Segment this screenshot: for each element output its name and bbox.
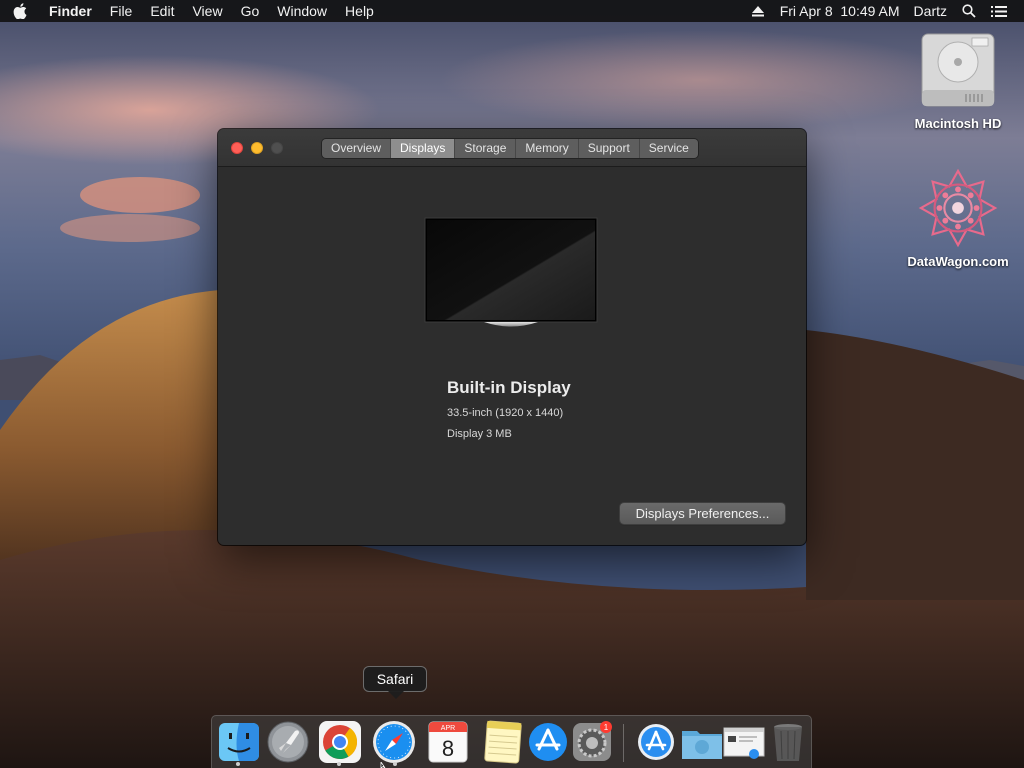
screenshot-icon — [723, 727, 765, 759]
menu-file[interactable]: File — [101, 0, 142, 22]
about-this-mac-window: Overview Displays Storage Memory Support… — [218, 129, 806, 545]
display-icon — [424, 217, 598, 327]
system-preferences-icon: 1 — [573, 721, 612, 761]
calendar-day: 8 — [442, 736, 454, 761]
dock-applications-folder[interactable] — [633, 719, 679, 765]
tab-overview[interactable]: Overview — [322, 139, 392, 158]
calendar-month: APR — [441, 725, 455, 732]
desktop-icon-datawagon[interactable]: DataWagon.com — [898, 168, 1018, 269]
dock-separator — [623, 724, 624, 762]
menu-bar-status-area: Fri Apr 8 10:49 AM Dartz — [743, 0, 1024, 22]
window-titlebar[interactable]: Overview Displays Storage Memory Support… — [218, 129, 806, 167]
dock-launchpad[interactable] — [265, 719, 311, 765]
list-icon[interactable] — [984, 0, 1014, 22]
hard-drive-icon — [918, 30, 998, 110]
menu-clock[interactable]: Fri Apr 8 10:49 AM — [773, 0, 907, 22]
displays-preferences-button[interactable]: Displays Preferences... — [620, 503, 785, 524]
dock-safari[interactable] — [371, 719, 417, 765]
tab-service[interactable]: Service — [639, 139, 698, 158]
display-size: 33.5-inch (1920 x 1440) — [447, 407, 564, 419]
dock-tooltip: Safari — [363, 666, 427, 699]
menu-go[interactable]: Go — [232, 0, 269, 22]
tab-storage[interactable]: Storage — [455, 139, 517, 158]
tab-bar: Overview Displays Storage Memory Support… — [322, 139, 698, 158]
search-icon[interactable] — [954, 0, 984, 22]
dock-system-preferences[interactable]: 1 — [569, 719, 615, 765]
mandala-icon — [918, 168, 998, 248]
dock: APR 8 1 — [211, 715, 812, 768]
launchpad-icon — [267, 721, 309, 763]
dock-notes[interactable] — [479, 719, 525, 765]
menu-view[interactable]: View — [183, 0, 231, 22]
app-store-icon — [529, 723, 567, 761]
downloads-folder-icon — [682, 731, 722, 759]
display-name: Built-in Display — [447, 378, 571, 397]
tab-memory[interactable]: Memory — [516, 139, 579, 158]
close-button[interactable] — [231, 142, 243, 154]
menu-window[interactable]: Window — [268, 0, 336, 22]
finder-icon — [219, 723, 259, 761]
running-indicator-chrome — [337, 762, 341, 766]
dock-screenshot[interactable] — [721, 719, 767, 765]
menu-edit[interactable]: Edit — [141, 0, 183, 22]
desktop-icon-macintosh-hd[interactable]: Macintosh HD — [898, 30, 1018, 131]
notification-badge-count: 1 — [604, 723, 609, 732]
dock-trash[interactable] — [765, 719, 811, 765]
menu-help[interactable]: Help — [336, 0, 383, 22]
dock-calendar[interactable]: APR 8 — [425, 719, 471, 765]
mouse-cursor — [380, 762, 386, 768]
tab-displays[interactable]: Displays — [391, 139, 456, 158]
tab-support[interactable]: Support — [578, 139, 640, 158]
applications-folder-icon — [638, 724, 674, 760]
dock-downloads-folder[interactable] — [679, 719, 725, 765]
desktop-icon-label: DataWagon.com — [907, 254, 1009, 269]
chrome-icon — [319, 721, 361, 763]
running-indicator-finder — [236, 762, 240, 766]
desktop-icon-label: Macintosh HD — [914, 116, 1002, 131]
window-controls — [231, 142, 283, 154]
apple-icon[interactable] — [0, 0, 40, 22]
zoom-button — [271, 142, 283, 154]
dock-finder[interactable] — [216, 719, 262, 765]
display-memory: Display 3 MB — [447, 428, 512, 440]
menu-bar: Finder File Edit View Go Window Help Fri… — [0, 0, 1024, 22]
menu-app-finder[interactable]: Finder — [40, 0, 101, 22]
trash-icon — [774, 724, 802, 761]
eject-icon[interactable] — [743, 0, 773, 22]
notes-icon — [484, 720, 522, 764]
dock-app-store[interactable] — [525, 719, 571, 765]
minimize-button[interactable] — [251, 142, 263, 154]
calendar-icon: APR 8 — [428, 721, 468, 763]
running-indicator-safari — [393, 762, 397, 766]
menu-user[interactable]: Dartz — [907, 0, 954, 22]
safari-icon — [373, 721, 415, 763]
dock-chrome[interactable] — [317, 719, 363, 765]
